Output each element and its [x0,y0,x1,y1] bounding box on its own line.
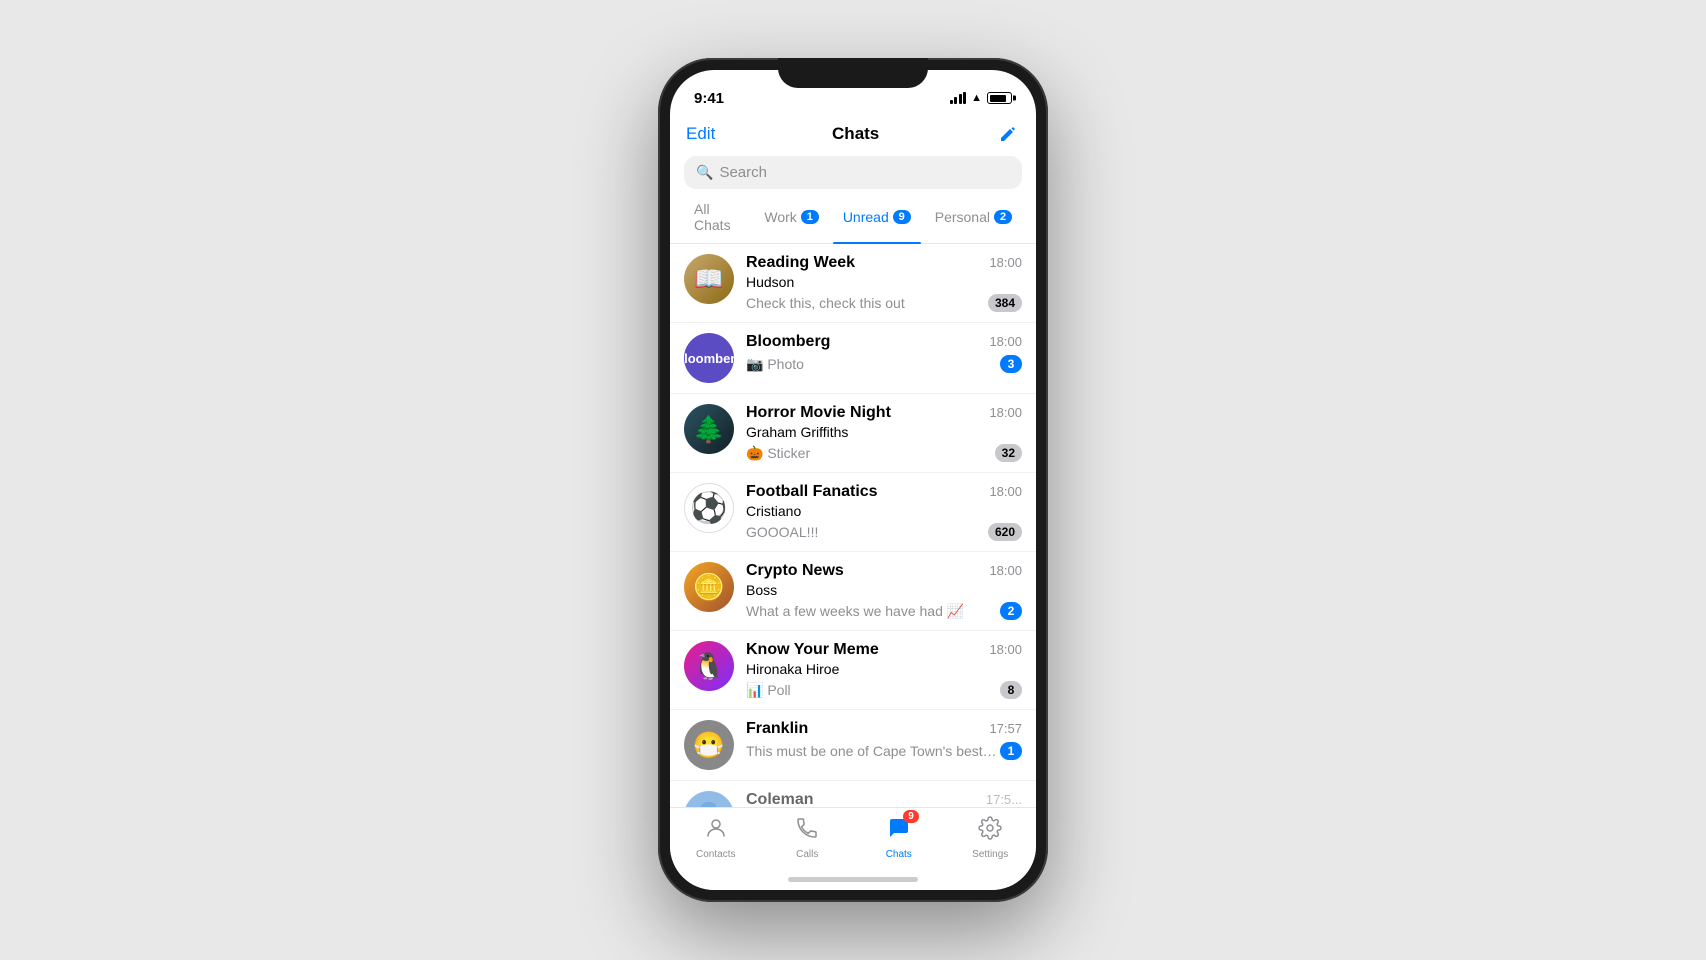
notch [778,58,928,88]
chat-item-bloomberg[interactable]: Bloomberg Bloomberg 18:00 📷 Photo 3 [670,323,1036,394]
chat-content-bloomberg: Bloomberg 18:00 📷 Photo 3 [746,333,1022,373]
avatar-bloomberg: Bloomberg [684,333,734,383]
wifi-icon: ▲ [971,92,982,104]
tab-work[interactable]: Work 1 [754,197,828,237]
page-title: Chats [832,124,879,144]
calls-icon [795,816,819,846]
chats-label: Chats [886,849,912,860]
chat-list: 📖 Reading Week 18:00 Hudson Check this, … [670,244,1036,807]
chat-item-reading-week[interactable]: 📖 Reading Week 18:00 Hudson Check this, … [670,244,1036,323]
tab-settings[interactable]: Settings [960,816,1020,860]
search-bar[interactable]: 🔍 Search [684,156,1022,189]
avatar-crypto: 🪙 [684,562,734,612]
tab-all-chats[interactable]: All Chats [684,197,750,237]
chat-content-franklin: Franklin 17:57 This must be one of Cape … [746,720,1022,760]
avatar-coleman: 👤 [684,791,734,807]
avatar-franklin: 😷 [684,720,734,770]
badge-meme: 8 [1000,681,1022,699]
chat-item-franklin[interactable]: 😷 Franklin 17:57 This must be one of Cap… [670,710,1036,781]
chat-item-coleman[interactable]: 👤 Coleman 17:5... [670,781,1036,807]
settings-icon [978,816,1002,846]
chat-item-football[interactable]: ⚽ Football Fanatics 18:00 Cristiano GOOO… [670,473,1036,552]
avatar-horror: 🌲 [684,404,734,454]
chat-content-crypto: Crypto News 18:00 Boss What a few weeks … [746,562,1022,620]
badge-bloomberg: 3 [1000,355,1022,373]
search-input[interactable]: Search [719,164,767,181]
chat-content-football: Football Fanatics 18:00 Cristiano GOOOAL… [746,483,1022,541]
unread-badge-tab: 9 [893,210,911,224]
compose-button[interactable] [996,122,1020,146]
settings-label: Settings [972,849,1008,860]
nav-bar: Edit Chats [670,114,1036,150]
chat-item-horror[interactable]: 🌲 Horror Movie Night 18:00 Graham Griffi… [670,394,1036,473]
filter-tabs: All Chats Work 1 Unread 9 Personal 2 [670,197,1036,244]
badge-reading-week: 384 [988,294,1022,312]
status-time: 9:41 [694,90,724,107]
signal-icon [950,92,967,104]
avatar-football: ⚽ [684,483,734,533]
chat-content-meme: Know Your Meme 18:00 Hironaka Hiroe 📊 Po… [746,641,1022,699]
battery-icon [987,92,1012,104]
badge-horror: 32 [995,444,1022,462]
badge-franklin: 1 [1000,742,1022,760]
edit-button[interactable]: Edit [686,124,715,144]
tab-unread[interactable]: Unread 9 [833,197,921,237]
tab-chats[interactable]: 9 Chats [869,816,929,860]
battery-fill [990,95,1006,102]
avatar-meme: 🐧 [684,641,734,691]
chats-icon: 9 [887,816,911,846]
badge-football: 620 [988,523,1022,541]
chat-content-horror: Horror Movie Night 18:00 Graham Griffith… [746,404,1022,462]
chats-badge: 9 [903,810,919,823]
contacts-icon [704,816,728,846]
chat-item-crypto[interactable]: 🪙 Crypto News 18:00 Boss What a few week… [670,552,1036,631]
tab-personal[interactable]: Personal 2 [925,197,1022,237]
home-indicator [788,877,918,882]
phone-frame: 9:41 ▲ Edit Chats [658,58,1048,902]
chat-item-meme[interactable]: 🐧 Know Your Meme 18:00 Hironaka Hiroe 📊 … [670,631,1036,710]
tab-calls[interactable]: Calls [777,816,837,860]
contacts-label: Contacts [696,849,735,860]
calls-label: Calls [796,849,818,860]
tab-contacts[interactable]: Contacts [686,816,746,860]
search-icon: 🔍 [696,164,713,181]
work-badge: 1 [801,210,819,224]
avatar-reading-week: 📖 [684,254,734,304]
badge-crypto: 2 [1000,602,1022,620]
phone-screen: 9:41 ▲ Edit Chats [670,70,1036,890]
chat-content-coleman: Coleman 17:5... [746,791,1022,807]
chat-content-reading-week: Reading Week 18:00 Hudson Check this, ch… [746,254,1022,312]
personal-badge: 2 [994,210,1012,224]
status-icons: ▲ [950,92,1012,104]
